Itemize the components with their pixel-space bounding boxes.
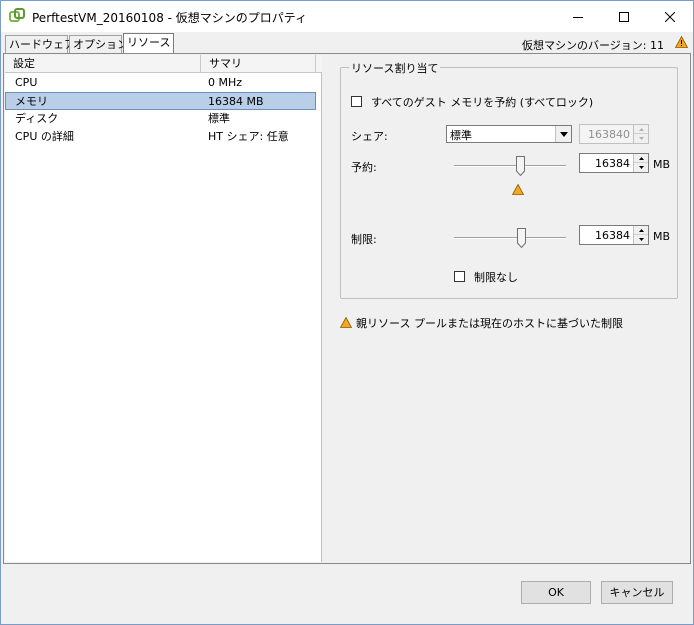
spin-up-icon [634, 125, 648, 134]
row-summary: 16384 MB [208, 95, 264, 108]
slider-track [454, 165, 566, 167]
row-summary: 標準 [208, 112, 230, 125]
spin-up-icon[interactable] [634, 226, 648, 235]
row-summary: HT シェア: 任意 [208, 130, 289, 143]
row-setting: メモリ [15, 95, 48, 108]
spin-down-icon[interactable] [634, 235, 648, 244]
list-row-memory[interactable]: メモリ 16384 MB [5, 92, 316, 110]
title-bar: PerftestVM_20160108 - 仮想マシンのプロパティ [1, 1, 693, 32]
limit-label: 制限: [351, 233, 377, 246]
slider-thumb[interactable] [516, 156, 525, 176]
tab-options[interactable]: オプション [69, 35, 128, 54]
reservation-input[interactable]: 16384 [579, 153, 649, 173]
unlimited-checkbox[interactable] [454, 271, 465, 282]
reserve-all-checkbox[interactable] [351, 96, 362, 107]
note-warning-icon [339, 316, 353, 331]
window-title: PerftestVM_20160108 - 仮想マシンのプロパティ [32, 11, 308, 25]
spin-up-icon[interactable] [634, 154, 648, 163]
ok-button[interactable]: OK [521, 581, 591, 604]
reservation-unit: MB [653, 158, 671, 171]
share-spinner [633, 125, 648, 143]
spin-down-icon [634, 134, 648, 143]
share-select-value: 標準 [450, 129, 472, 142]
vsphere-app-icon [9, 8, 25, 24]
reservation-spinner[interactable] [633, 154, 648, 172]
limit-input[interactable]: 16384 [579, 225, 649, 245]
properties-window: PerftestVM_20160108 - 仮想マシンのプロパティ ハードウェア… [0, 0, 694, 625]
share-number-field: 163840 [579, 124, 649, 144]
limit-note: 親リソース プールまたは現在のホストに基づいた制限 [356, 317, 623, 330]
warning-icon [674, 35, 689, 51]
slider-track [454, 237, 566, 239]
minimize-button[interactable] [555, 1, 601, 32]
maximize-button[interactable] [601, 1, 647, 32]
slider-thumb[interactable] [517, 228, 526, 248]
list-row-cpu-details[interactable]: CPU の詳細 HT シェア: 任意 [5, 128, 316, 146]
group-title: リソース割り当て [349, 60, 441, 76]
share-number-value: 163840 [588, 128, 630, 141]
tab-resources[interactable]: リソース [123, 33, 174, 54]
tab-hardware[interactable]: ハードウェア [5, 35, 75, 54]
limit-value: 16384 [595, 229, 630, 242]
reservation-warning-icon [511, 183, 525, 198]
reservation-slider[interactable] [454, 156, 566, 176]
limit-spinner[interactable] [633, 226, 648, 244]
limit-unit: MB [653, 230, 671, 243]
share-label: シェア: [351, 130, 388, 143]
tab-content: 設定 サマリ CPU 0 MHz メモリ 16384 MB ディスク 標準 CP… [3, 53, 691, 564]
row-setting: ディスク [15, 112, 59, 125]
vm-version-label: 仮想マシンのバージョン: 11 [522, 39, 664, 52]
reserve-all-label: すべてのゲスト メモリを予約 (すべてロック) [371, 96, 594, 109]
spin-down-icon[interactable] [634, 163, 648, 172]
close-button[interactable] [647, 1, 693, 32]
tab-bar: ハードウェア オプション リソース 仮想マシンのバージョン: 11 [1, 32, 693, 54]
allocation-pane: リソース割り当て すべてのゲスト メモリを予約 (すべてロック) シェア: 標準… [324, 55, 690, 562]
unlimited-label: 制限なし [474, 271, 518, 284]
resource-allocation-group: リソース割り当て すべてのゲスト メモリを予約 (すべてロック) シェア: 標準… [340, 60, 678, 299]
list-row-disk[interactable]: ディスク 標準 [5, 110, 316, 128]
share-select[interactable]: 標準 [446, 125, 572, 143]
limit-slider[interactable] [454, 228, 566, 248]
resource-list: 設定 サマリ CPU 0 MHz メモリ 16384 MB ディスク 標準 CP… [5, 55, 322, 562]
list-row-cpu[interactable]: CPU 0 MHz [5, 74, 316, 92]
dialog-footer: OK キャンセル [1, 566, 693, 624]
row-setting: CPU の詳細 [15, 130, 74, 143]
column-header-setting[interactable]: 設定 [5, 55, 201, 73]
reservation-value: 16384 [595, 157, 630, 170]
column-header-summary[interactable]: サマリ [201, 55, 316, 73]
reservation-label: 予約: [351, 161, 377, 174]
chevron-down-icon [555, 126, 571, 142]
row-summary: 0 MHz [208, 76, 243, 89]
list-header: 設定 サマリ [5, 55, 322, 73]
cancel-button[interactable]: キャンセル [601, 581, 673, 604]
row-setting: CPU [15, 76, 38, 89]
